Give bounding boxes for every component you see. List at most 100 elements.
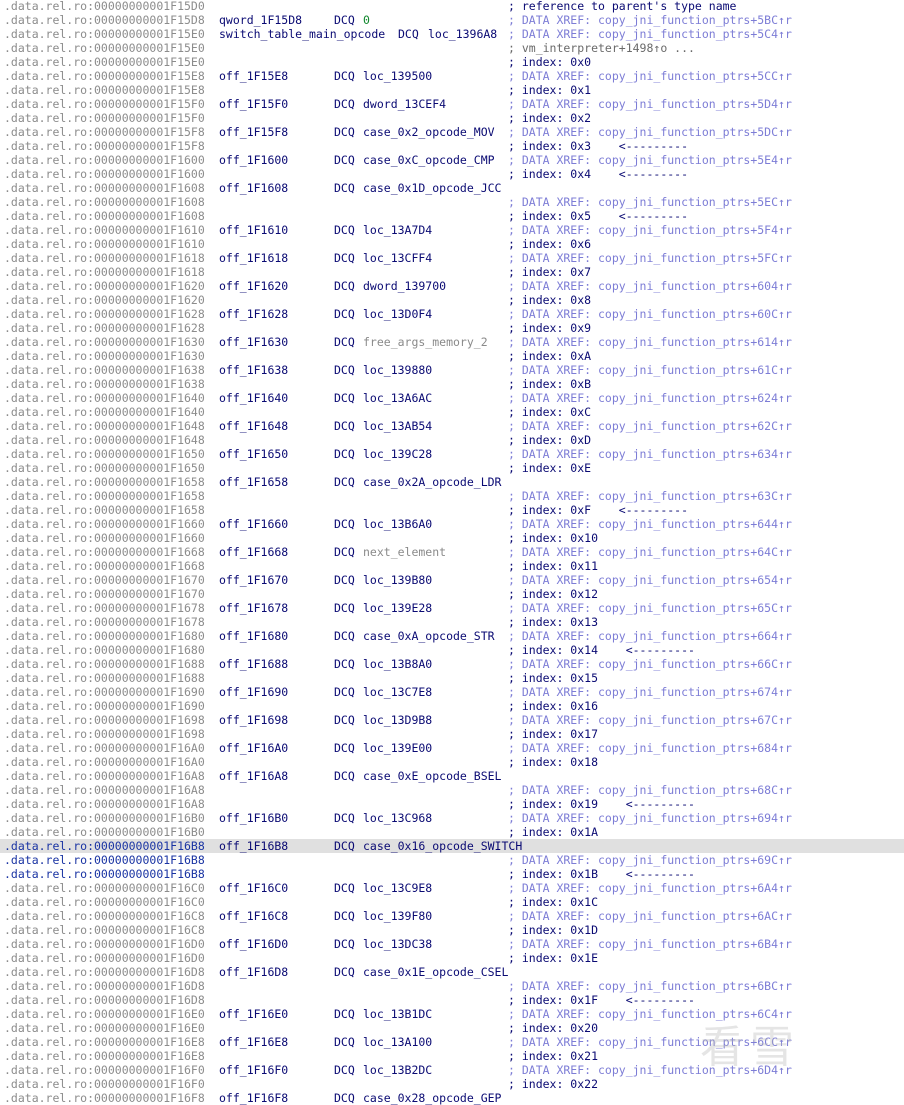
listing-line[interactable]: .data.rel.ro:00000000001F1630 ; index: 0x… xyxy=(0,349,904,363)
listing-line[interactable]: .data.rel.ro:00000000001F1680 ; index: 0x… xyxy=(0,643,904,657)
listing-line[interactable]: .data.rel.ro:00000000001F1608 ; index: 0x… xyxy=(0,209,904,223)
line-comment[interactable]: ; DATA XREF: copy_jni_function_ptrs+664↑… xyxy=(508,629,792,643)
operand-reference[interactable]: loc_13B6A0 xyxy=(363,517,432,531)
listing-line[interactable]: .data.rel.ro:00000000001F16C0 off_1F16C0 D… xyxy=(0,881,904,895)
line-comment[interactable]: ; index: 0x1 xyxy=(508,83,591,97)
directive[interactable]: DCQ xyxy=(334,713,355,727)
operand-reference[interactable]: case_0x2A_opcode_LDR xyxy=(363,475,501,489)
data-label[interactable]: off_1F1618 xyxy=(219,251,288,265)
line-comment[interactable]: ; index: 0x15 xyxy=(508,671,598,685)
line-comment[interactable]: ; index: 0x1C xyxy=(508,895,598,909)
line-comment[interactable]: ; DATA XREF: copy_jni_function_ptrs+60C↑… xyxy=(508,307,792,321)
line-comment[interactable]: ; DATA XREF: copy_jni_function_ptrs+5BC↑… xyxy=(508,13,792,27)
listing-line[interactable]: .data.rel.ro:00000000001F16F8 off_1F16F8 D… xyxy=(0,1091,904,1105)
line-comment[interactable]: ; DATA XREF: copy_jni_function_ptrs+6C4↑… xyxy=(508,1007,792,1021)
line-comment[interactable]: ; DATA XREF: copy_jni_function_ptrs+5E4↑… xyxy=(508,153,792,167)
listing-line[interactable]: .data.rel.ro:00000000001F1658 off_1F1658 D… xyxy=(0,475,904,489)
line-comment[interactable]: ; index: 0x9 xyxy=(508,321,591,335)
listing-line[interactable]: .data.rel.ro:00000000001F16C8 ; index: 0x… xyxy=(0,923,904,937)
line-comment[interactable]: ; DATA XREF: copy_jni_function_ptrs+684↑… xyxy=(508,741,792,755)
line-comment[interactable]: ; DATA XREF: copy_jni_function_ptrs+614↑… xyxy=(508,335,792,349)
line-comment[interactable]: ; index: 0x17 xyxy=(508,727,598,741)
directive[interactable]: DCQ xyxy=(334,1007,355,1021)
line-comment[interactable]: ; DATA XREF: copy_jni_function_ptrs+624↑… xyxy=(508,391,792,405)
line-comment[interactable]: ; index: 0xE xyxy=(508,461,591,475)
data-label[interactable]: off_1F1698 xyxy=(219,713,288,727)
line-comment[interactable]: ; index: 0x7 xyxy=(508,265,591,279)
listing-line[interactable]: .data.rel.ro:00000000001F1640 ; index: 0x… xyxy=(0,405,904,419)
line-comment[interactable]: ; DATA XREF: copy_jni_function_ptrs+634↑… xyxy=(508,447,792,461)
data-label[interactable]: off_1F15E8 xyxy=(219,69,288,83)
line-comment[interactable]: ; index: 0x1A xyxy=(508,825,598,839)
directive[interactable]: DCQ xyxy=(334,657,355,671)
line-comment[interactable]: ; index: 0x5 <--------- xyxy=(508,209,688,223)
line-comment[interactable]: ; index: 0x6 xyxy=(508,237,591,251)
directive[interactable]: DCQ xyxy=(334,545,355,559)
listing-line[interactable]: .data.rel.ro:00000000001F16B8 ; index: 0x… xyxy=(0,867,904,881)
line-comment[interactable]: ; index: 0xC xyxy=(508,405,591,419)
directive[interactable]: DCQ xyxy=(334,125,355,139)
listing-line[interactable]: .data.rel.ro:00000000001F16A8 ; DATA XREF… xyxy=(0,783,904,797)
directive[interactable]: DCQ xyxy=(334,13,355,27)
listing-line[interactable]: .data.rel.ro:00000000001F15D0 ; reference… xyxy=(0,0,904,13)
listing-line[interactable]: .data.rel.ro:00000000001F1628 off_1F1628 D… xyxy=(0,307,904,321)
listing-line[interactable]: .data.rel.ro:00000000001F1648 ; index: 0x… xyxy=(0,433,904,447)
operand-reference[interactable]: case_0xA_opcode_STR xyxy=(363,629,495,643)
listing-line[interactable]: .data.rel.ro:00000000001F1638 off_1F1638 D… xyxy=(0,363,904,377)
line-comment[interactable]: ; DATA XREF: copy_jni_function_ptrs+5EC↑… xyxy=(508,195,792,209)
listing-line[interactable]: .data.rel.ro:00000000001F1668 ; index: 0x… xyxy=(0,559,904,573)
line-comment[interactable]: ; DATA XREF: copy_jni_function_ptrs+69C↑… xyxy=(508,853,792,867)
listing-line[interactable]: .data.rel.ro:00000000001F1650 ; index: 0x… xyxy=(0,461,904,475)
line-comment[interactable]: ; DATA XREF: copy_jni_function_ptrs+5F4↑… xyxy=(508,223,792,237)
line-comment[interactable]: ; DATA XREF: copy_jni_function_ptrs+67C↑… xyxy=(508,713,792,727)
listing-line[interactable]: .data.rel.ro:00000000001F1690 off_1F1690 D… xyxy=(0,685,904,699)
line-comment[interactable]: ; index: 0x12 xyxy=(508,587,598,601)
line-comment[interactable]: ; vm_interpreter+1498↑o ... xyxy=(508,41,695,55)
listing-line[interactable]: .data.rel.ro:00000000001F1620 off_1F1620 D… xyxy=(0,279,904,293)
line-comment[interactable]: ; index: 0x18 xyxy=(508,755,598,769)
directive[interactable]: DCQ xyxy=(334,153,355,167)
listing-line[interactable]: .data.rel.ro:00000000001F15F0 off_1F15F0 D… xyxy=(0,97,904,111)
operand-reference[interactable]: loc_139F80 xyxy=(363,909,432,923)
listing-line[interactable]: .data.rel.ro:00000000001F16B0 ; index: 0x… xyxy=(0,825,904,839)
listing-line[interactable]: .data.rel.ro:00000000001F15E0 ; vm_interp… xyxy=(0,41,904,55)
line-comment[interactable]: ; DATA XREF: copy_jni_function_ptrs+63C↑… xyxy=(508,489,792,503)
listing-line[interactable]: .data.rel.ro:00000000001F16D8 off_1F16D8 D… xyxy=(0,965,904,979)
operand-reference[interactable]: loc_139880 xyxy=(363,363,432,377)
listing-line[interactable]: .data.rel.ro:00000000001F16B0 off_1F16B0 D… xyxy=(0,811,904,825)
data-label[interactable]: off_1F1678 xyxy=(219,601,288,615)
listing-line[interactable]: .data.rel.ro:00000000001F1638 ; index: 0x… xyxy=(0,377,904,391)
directive[interactable]: DCQ xyxy=(334,881,355,895)
line-comment[interactable]: ; index: 0xA xyxy=(508,349,591,363)
directive[interactable]: DCQ xyxy=(334,419,355,433)
line-comment[interactable]: ; DATA XREF: copy_jni_function_ptrs+6AC↑… xyxy=(508,909,792,923)
listing-line[interactable]: .data.rel.ro:00000000001F16A8 ; index: 0x… xyxy=(0,797,904,811)
listing-line[interactable]: .data.rel.ro:00000000001F1640 off_1F1640 D… xyxy=(0,391,904,405)
listing-line[interactable]: .data.rel.ro:00000000001F1688 ; index: 0x… xyxy=(0,671,904,685)
line-comment[interactable]: ; DATA XREF: copy_jni_function_ptrs+6D4↑… xyxy=(508,1063,792,1077)
listing-line[interactable]: .data.rel.ro:00000000001F16F0 off_1F16F0 D… xyxy=(0,1063,904,1077)
operand-reference[interactable]: loc_13D0F4 xyxy=(363,307,432,321)
operand-reference[interactable]: case_0xE_opcode_BSEL xyxy=(363,769,501,783)
listing-line[interactable]: .data.rel.ro:00000000001F16E8 off_1F16E8 D… xyxy=(0,1035,904,1049)
listing-line[interactable]: .data.rel.ro:00000000001F1610 off_1F1610 D… xyxy=(0,223,904,237)
operand-reference[interactable]: loc_139500 xyxy=(363,69,432,83)
line-comment[interactable]: ; DATA XREF: copy_jni_function_ptrs+5C4↑… xyxy=(508,27,792,41)
listing-line[interactable]: .data.rel.ro:00000000001F16E0 off_1F16E0 D… xyxy=(0,1007,904,1021)
operand-reference[interactable]: next_element xyxy=(363,545,446,559)
operand-reference[interactable]: case_0x1D_opcode_JCC xyxy=(363,181,501,195)
operand-reference[interactable]: loc_1396A8 xyxy=(428,27,497,41)
line-comment[interactable]: ; DATA XREF: copy_jni_function_ptrs+64C↑… xyxy=(508,545,792,559)
data-label[interactable]: off_1F16E8 xyxy=(219,1035,288,1049)
listing-line[interactable]: .data.rel.ro:00000000001F1698 ; index: 0x… xyxy=(0,727,904,741)
directive[interactable]: DCQ xyxy=(334,601,355,615)
data-label[interactable]: off_1F16A0 xyxy=(219,741,288,755)
operand-reference[interactable]: loc_13A7D4 xyxy=(363,223,432,237)
listing-line[interactable]: .data.rel.ro:00000000001F16B8 ; DATA XREF… xyxy=(0,853,904,867)
listing-line[interactable]: .data.rel.ro:00000000001F16E8 ; index: 0x… xyxy=(0,1049,904,1063)
listing-line[interactable]: .data.rel.ro:00000000001F1628 ; index: 0x… xyxy=(0,321,904,335)
operand-reference[interactable]: free_args_memory_2 xyxy=(363,335,488,349)
operand-reference[interactable]: loc_139E00 xyxy=(363,741,432,755)
line-comment[interactable]: ; index: 0xD xyxy=(508,433,591,447)
line-comment[interactable]: ; index: 0x1D xyxy=(508,923,598,937)
